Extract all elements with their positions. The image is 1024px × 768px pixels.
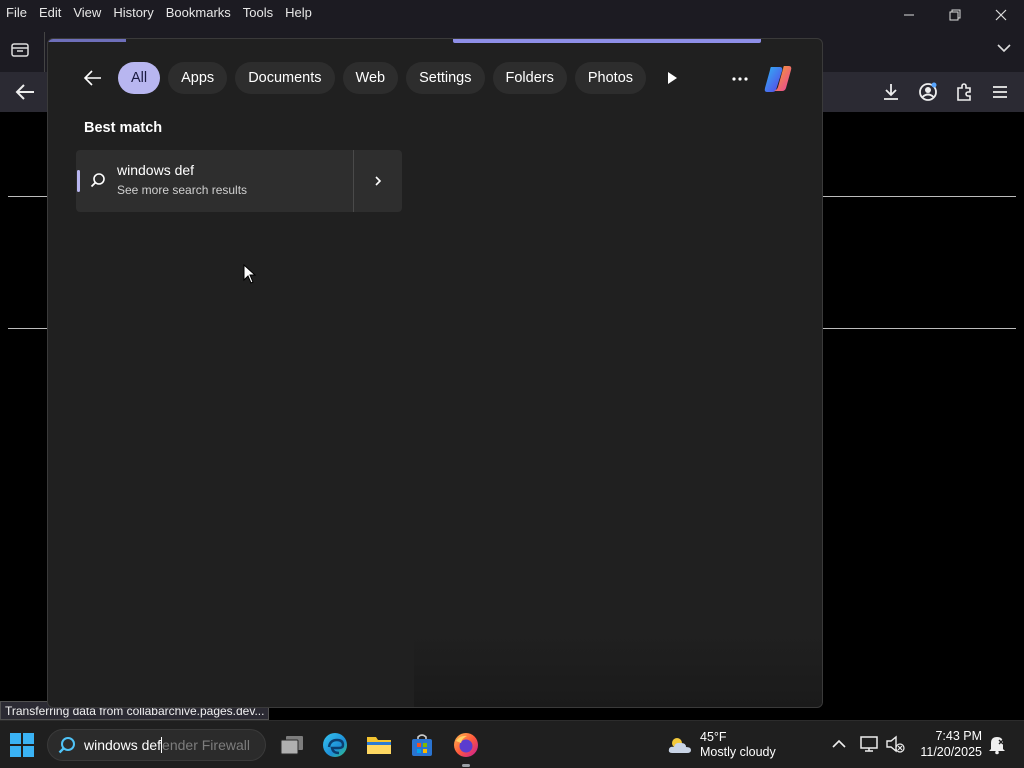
back-arrow-icon <box>83 70 101 86</box>
back-button[interactable] <box>78 63 108 93</box>
menu-file[interactable]: File <box>6 5 27 20</box>
more-filters-button[interactable] <box>658 64 686 92</box>
page-rule <box>823 196 1016 197</box>
system-clock[interactable]: 7:43 PM 11/20/2025 <box>912 728 982 760</box>
search-query-text: windows def <box>84 737 162 753</box>
menu-help[interactable]: Help <box>285 5 312 20</box>
play-icon <box>668 72 678 84</box>
loading-indicator <box>48 39 126 42</box>
firefox-taskbar-button[interactable] <box>450 729 482 761</box>
windows-start-icon[interactable] <box>8 731 36 759</box>
download-icon[interactable] <box>880 81 902 103</box>
edge-taskbar-button[interactable] <box>319 729 351 761</box>
network-icon[interactable] <box>858 733 880 755</box>
filter-settings[interactable]: Settings <box>406 62 485 94</box>
firefox-icon <box>454 733 478 757</box>
task-view-icon <box>280 736 303 755</box>
chevron-down-icon[interactable] <box>996 40 1012 56</box>
search-flyout: All Apps Documents Web Settings Folders … <box>47 38 823 708</box>
more-options-button[interactable] <box>728 67 752 91</box>
weather-widget[interactable]: 45°F Mostly cloudy <box>666 729 776 761</box>
result-main[interactable]: windows def See more search results <box>76 150 353 212</box>
store-icon <box>412 734 432 756</box>
volume-muted-icon[interactable] <box>884 733 906 755</box>
back-arrow-icon[interactable] <box>14 82 36 102</box>
menu-history[interactable]: History <box>113 5 153 20</box>
restore-icon <box>949 9 961 21</box>
notification-bell-icon[interactable] <box>986 733 1008 755</box>
search-filter-bar: All Apps Documents Web Settings Folders … <box>78 61 686 95</box>
page-rule <box>8 328 48 329</box>
weather-temperature: 45°F <box>700 730 727 744</box>
result-title: windows def <box>117 162 195 178</box>
filter-apps[interactable]: Apps <box>168 62 228 94</box>
close-icon <box>995 9 1007 21</box>
preview-pane-shadow <box>414 633 822 707</box>
menu-edit[interactable]: Edit <box>39 5 61 20</box>
file-explorer-taskbar-button[interactable] <box>363 729 395 761</box>
extensions-icon[interactable] <box>953 81 975 103</box>
store-taskbar-button[interactable] <box>406 729 438 761</box>
page-rule <box>823 328 1016 329</box>
menu-bar: File Edit View History Bookmarks Tools H… <box>0 0 1024 24</box>
filter-photos[interactable]: Photos <box>574 62 647 94</box>
search-icon <box>58 737 75 754</box>
minimize-icon <box>904 14 914 16</box>
ellipsis-icon <box>732 77 748 81</box>
page-rule <box>8 196 48 197</box>
clock-date: 11/20/2025 <box>920 745 982 759</box>
copilot-icon[interactable] <box>762 63 794 95</box>
best-match-heading: Best match <box>84 120 163 136</box>
search-autocomplete-suggestion: ender Firewall <box>162 737 250 753</box>
taskbar: windows def ender Firewall 45°F Mostly c… <box>0 720 1024 768</box>
expand-result-button[interactable] <box>354 150 402 212</box>
filter-documents[interactable]: Documents <box>235 62 335 94</box>
menu-bookmarks[interactable]: Bookmarks <box>166 5 231 20</box>
best-match-result[interactable]: windows def See more search results <box>76 150 402 212</box>
chevron-right-icon <box>375 176 382 186</box>
cloudy-weather-icon <box>668 738 691 753</box>
clock-time: 7:43 PM <box>935 729 982 743</box>
task-view-button[interactable] <box>276 729 308 761</box>
edge-icon <box>323 733 347 757</box>
menu-tools[interactable]: Tools <box>243 5 273 20</box>
firefox-view-icon[interactable] <box>10 40 30 58</box>
tab-separator <box>44 32 45 72</box>
filter-folders[interactable]: Folders <box>492 62 567 94</box>
weather-description: Mostly cloudy <box>700 745 776 759</box>
search-icon <box>90 173 105 188</box>
chevron-up-icon[interactable] <box>828 733 850 755</box>
taskbar-search-input[interactable]: windows def ender Firewall <box>47 729 266 761</box>
active-app-indicator <box>462 764 470 767</box>
file-explorer-icon <box>367 737 391 754</box>
mouse-cursor-icon <box>243 264 257 284</box>
hamburger-menu-icon[interactable] <box>989 81 1011 103</box>
account-icon[interactable] <box>917 81 939 103</box>
result-subtitle: See more search results <box>117 183 248 197</box>
menu-view[interactable]: View <box>73 5 101 20</box>
filter-all[interactable]: All <box>118 62 161 94</box>
filter-web[interactable]: Web <box>342 62 399 94</box>
loading-indicator <box>453 39 761 43</box>
